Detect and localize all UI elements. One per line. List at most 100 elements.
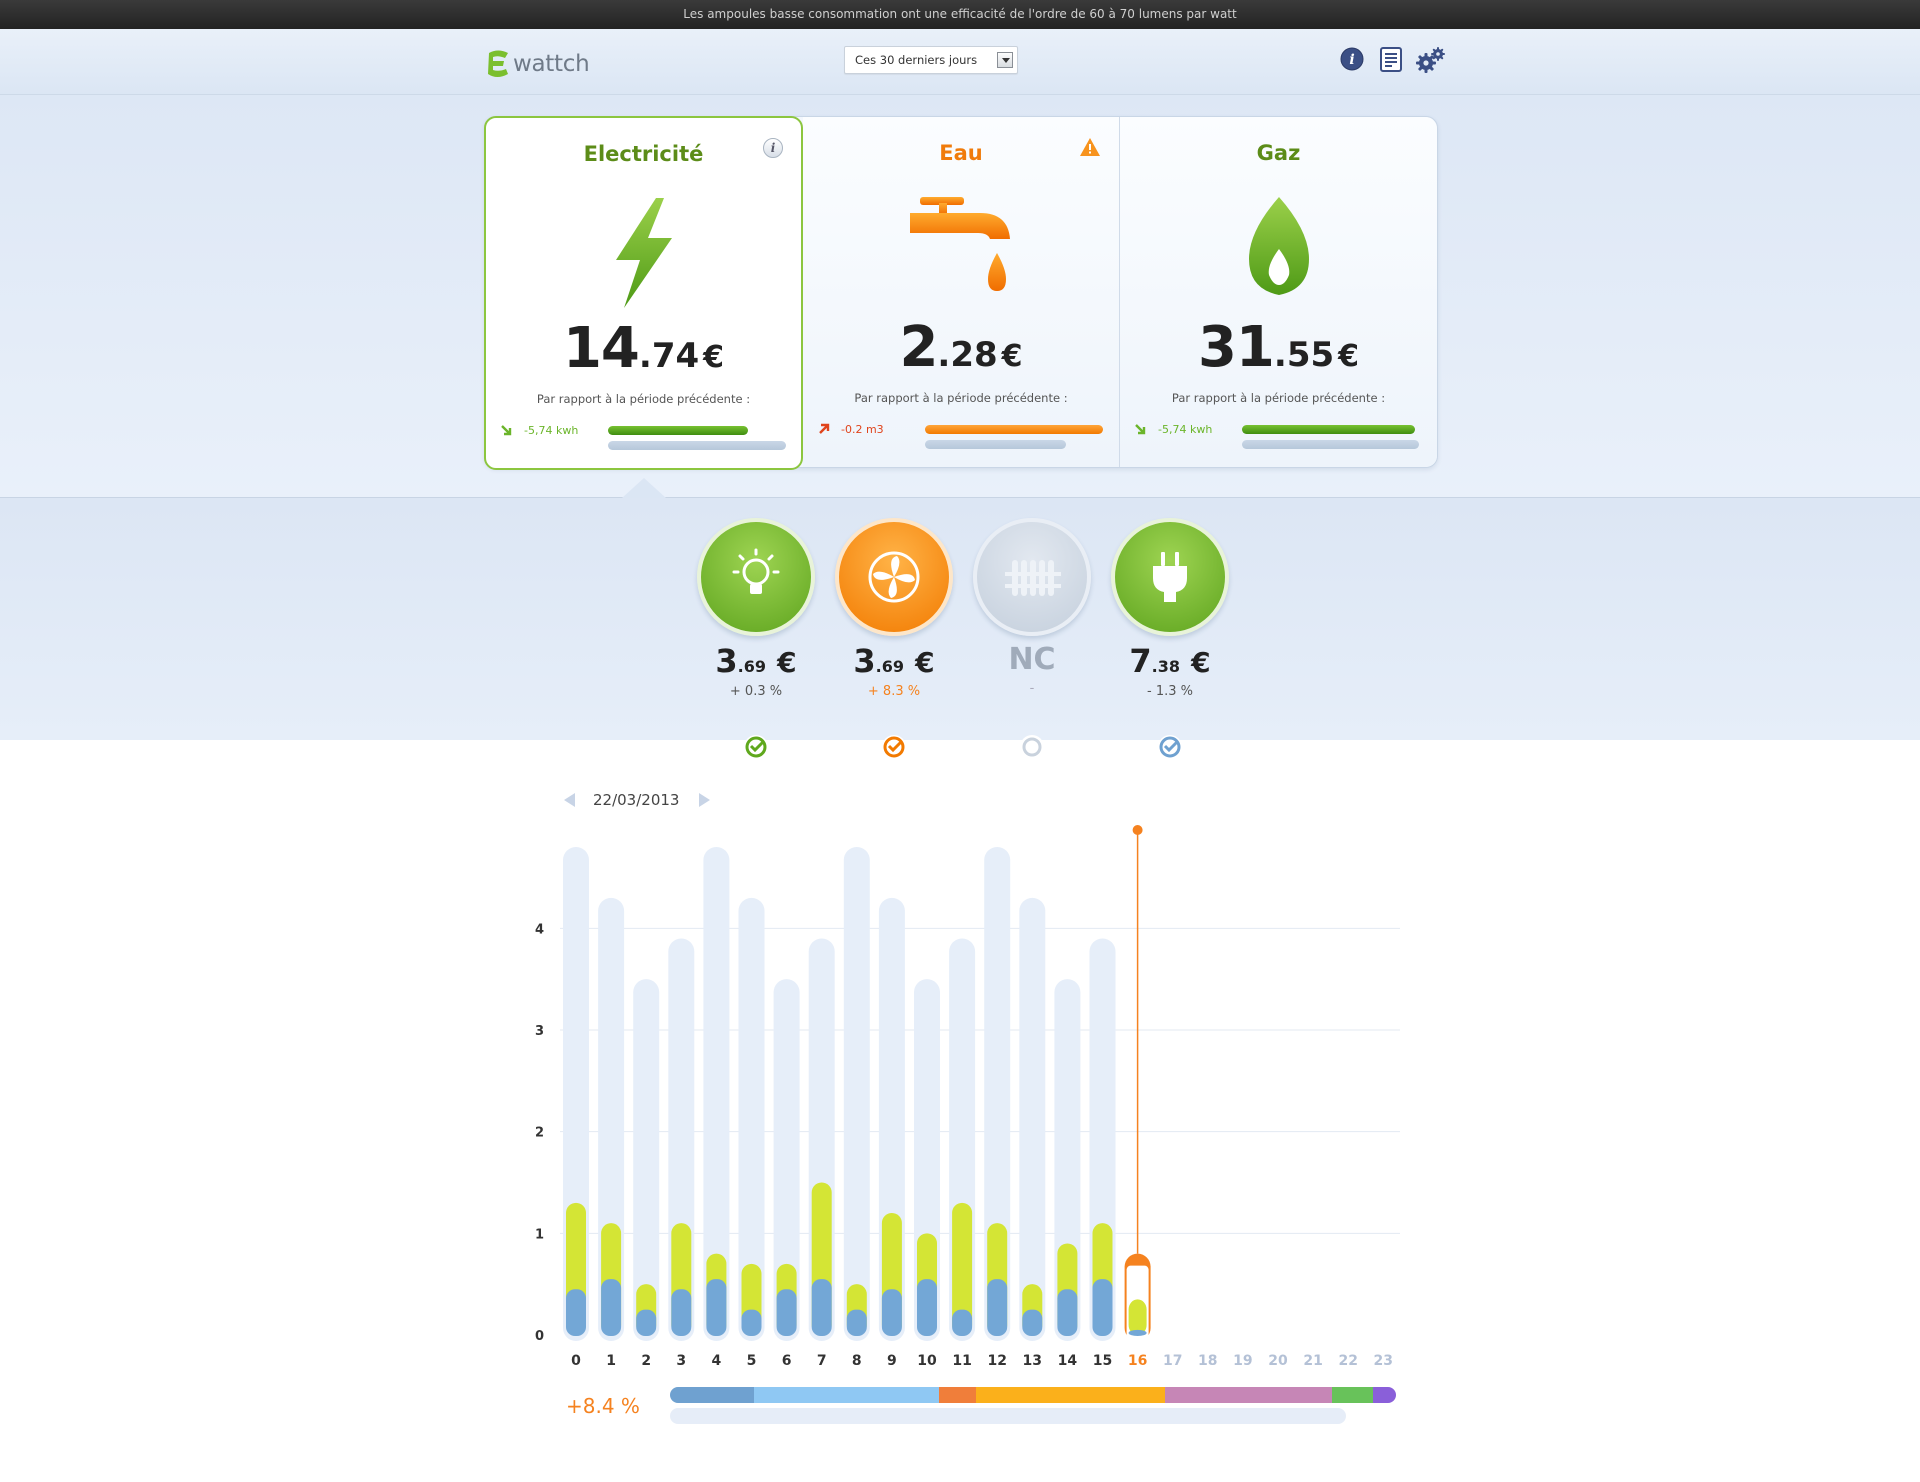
current-period-bar [925,425,1103,434]
x-tick-label: 10 [917,1353,937,1369]
device-amount: 3.69 € [715,642,797,680]
card-trend: -0.2 m3 [817,422,884,436]
x-tick-label: 1 [606,1353,616,1369]
hour-bar-base [1057,1289,1078,1336]
card-title: Electricité [583,142,704,166]
hour-bar-base [917,1279,937,1336]
current-period-bar [1242,425,1415,434]
card-water[interactable]: Eau 2.28 € Par rapport à la période précé… [803,117,1120,467]
y-tick-label: 1 [535,1227,544,1242]
energy-cards: Electricité i 14.74 € Par rapport à la pé… [484,116,1438,470]
x-tick-label: 19 [1233,1353,1252,1369]
hour-bar-base [952,1309,973,1336]
card-gas[interactable]: Gaz 31.55 € Par rapport à la période préc… [1120,117,1437,467]
hour-bar-base [811,1279,832,1336]
faucet-icon [910,197,1010,291]
hour-bar-base [601,1279,622,1336]
x-tick-label: 22 [1338,1353,1357,1369]
previous-period-bar [925,440,1066,449]
header: wattch Ces 30 derniers jours i [0,29,1920,95]
info-icon[interactable]: i [763,138,783,158]
device-ventilation[interactable]: 3.69 € + 8.3 % [834,518,954,759]
x-tick-label: 6 [782,1353,792,1369]
device-lighting[interactable]: 3.69 € + 0.3 % [696,518,816,759]
hour-bar-base [1092,1279,1113,1336]
period-select[interactable]: Ces 30 derniers jours [844,46,1018,74]
breakdown-segment [1373,1387,1396,1403]
previous-breakdown-bar [670,1408,1346,1424]
x-tick-label: 21 [1303,1353,1322,1369]
hour-bar-base [636,1309,657,1336]
plug-icon [1153,552,1187,602]
card-amount: 2.28 € [899,315,1023,380]
x-tick-label: 4 [712,1353,722,1369]
device-amount: 7.38 € [1129,642,1211,680]
card-subtitle: Par rapport à la période précédente : [854,391,1068,405]
breakdown-segment [976,1387,1166,1403]
consumption-breakdown-bar [670,1387,1396,1403]
hour-bar-base [846,1309,867,1336]
card-title: Gaz [1256,141,1301,165]
check-icon[interactable] [743,734,769,760]
device-heating[interactable]: NC - [972,518,1092,759]
hour-bar-base [566,1289,586,1336]
current-period-bar [608,426,748,435]
device-amount: 3.69 € [853,642,935,680]
previous-day-icon[interactable] [564,793,575,807]
hour-bar-base [776,1289,797,1336]
card-subtitle: Par rapport à la période précédente : [1171,391,1386,405]
info-icon[interactable]: i [1338,45,1366,73]
x-tick-label: 12 [987,1353,1006,1369]
y-tick-label: 3 [535,1024,544,1039]
tip-bar: Les ampoules basse consommation ont une … [0,0,1920,29]
total-change: +8.4 % [566,1394,640,1418]
card-trend: -5,74 kwh [500,423,578,437]
x-tick-label: 16 [1128,1353,1147,1369]
check-icon[interactable] [1157,734,1183,760]
logo-mark-icon [488,50,508,77]
x-tick-label: 23 [1374,1353,1393,1369]
arrow-down-right-icon [1135,424,1146,435]
check-icon[interactable] [881,734,907,760]
device-appliances[interactable]: 7.38 € - 1.3 % [1110,518,1230,759]
breakdown-segment [939,1387,977,1403]
x-tick-label: 7 [817,1353,827,1369]
hour-bar-other [1128,1299,1147,1335]
x-tick-label: 8 [852,1353,862,1369]
y-tick-label: 2 [535,1126,544,1141]
settings-gears-icon[interactable] [1415,45,1447,73]
x-tick-label: 14 [1058,1353,1078,1369]
arrow-up-right-icon [819,423,830,434]
hourly-consumption-chart: 012340 1 2 3 4 5 6 7 8 9 10 11 12 13 14 15 16 17 18 19 20 21 2… [535,825,1400,1369]
logo[interactable]: wattch [484,47,590,81]
device-change: - 1.3 % [1147,684,1193,699]
warning-icon[interactable] [1079,137,1101,157]
x-tick-label: 15 [1093,1353,1112,1369]
card-subtitle: Par rapport à la période précédente : [536,392,751,406]
x-tick-label: 20 [1268,1353,1288,1369]
x-tick-label: 11 [952,1353,971,1369]
card-electricity[interactable]: Electricité i 14.74 € Par rapport à la pé… [484,116,803,470]
x-tick-label: 13 [1023,1353,1042,1369]
device-change: + 0.3 % [729,684,783,699]
hour-bar-base [671,1289,692,1336]
hour-bar-base [987,1279,1008,1336]
hour-bar-base [881,1289,902,1336]
chart-date: 22/03/2013 [593,791,680,809]
device-change: + 8.3 % [867,684,921,699]
x-tick-label: 3 [676,1353,686,1369]
card-trend: -5,74 kwh [1134,422,1212,436]
trend-value: -5,74 kwh [1158,422,1213,436]
hour-bar-bg [843,847,870,1341]
unchecked-icon[interactable] [1019,734,1045,760]
lightning-icon [615,198,672,308]
next-day-icon[interactable] [699,793,711,807]
breakdown-segment [1332,1387,1374,1403]
x-tick-label: 0 [571,1353,581,1369]
report-icon[interactable] [1377,45,1405,73]
breakdown-segment [754,1387,940,1403]
selected-card-pointer [622,478,666,498]
chevron-down-icon[interactable] [997,52,1013,68]
breakdown-segment [670,1387,755,1403]
x-tick-label: 2 [641,1353,651,1369]
